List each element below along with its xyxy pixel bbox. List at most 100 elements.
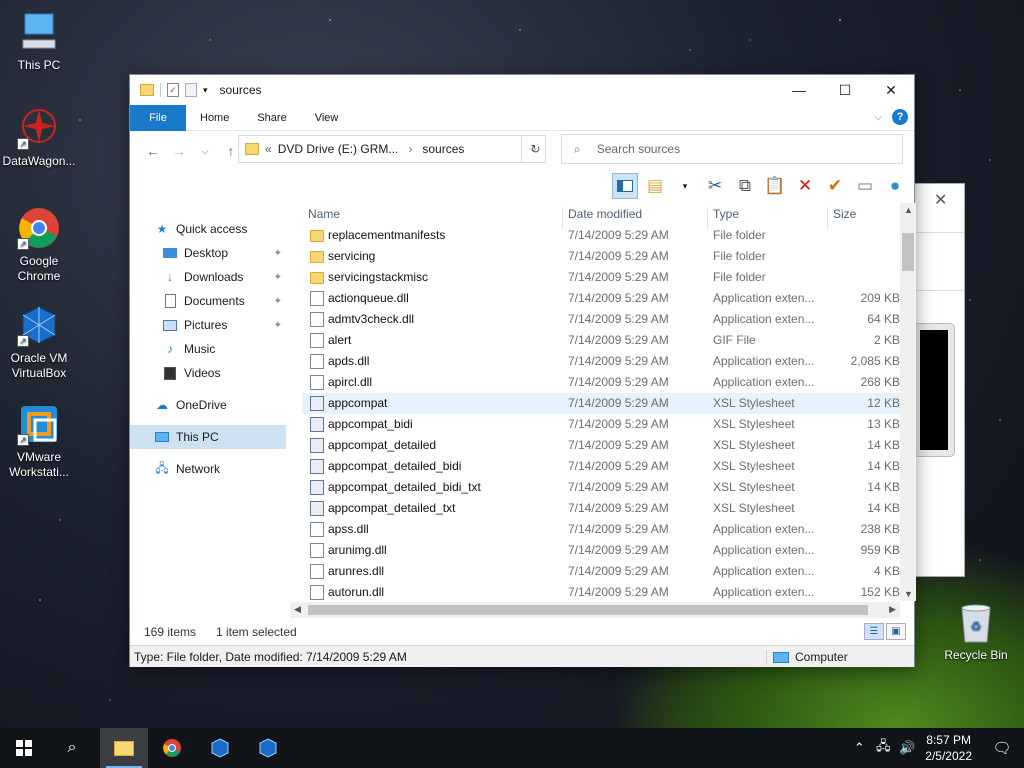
file-row[interactable]: admtv3check.dll 7/14/2009 5:29 AM Applicat… bbox=[302, 309, 902, 330]
start-button[interactable] bbox=[0, 728, 48, 768]
nav-desktop[interactable]: Desktop ✦ bbox=[162, 241, 286, 265]
scroll-down-icon[interactable]: ▼ bbox=[904, 589, 913, 599]
scroll-right-icon[interactable]: ▶ bbox=[889, 604, 896, 615]
rename-icon[interactable]: ▭ bbox=[852, 173, 878, 199]
vertical-scrollbar[interactable]: ▲ ▼ bbox=[900, 203, 916, 601]
forward-button[interactable]: → bbox=[166, 143, 192, 159]
nav-onedrive[interactable]: ☁ OneDrive bbox=[154, 393, 310, 417]
preview-pane-icon[interactable] bbox=[612, 173, 638, 199]
file-row[interactable]: appcompat_bidi 7/14/2009 5:29 AM XSL Style… bbox=[302, 414, 902, 435]
tab-file[interactable]: File bbox=[130, 104, 186, 131]
properties-icon[interactable]: ✓ bbox=[167, 83, 179, 97]
search-icon: ⌕ bbox=[67, 739, 77, 756]
details-location-label: Computer bbox=[795, 650, 848, 664]
delete-icon[interactable]: ✕ bbox=[792, 173, 818, 199]
file-row[interactable]: appcompat 7/14/2009 5:29 AM XSL Stylesheet… bbox=[302, 393, 902, 414]
column-header-type[interactable]: Type bbox=[713, 207, 739, 221]
taskbar-virtualbox-2[interactable] bbox=[244, 728, 292, 768]
large-icons-view-icon[interactable]: ▣ bbox=[886, 623, 906, 640]
refresh-button[interactable]: ↻ bbox=[521, 135, 549, 163]
file-row[interactable]: replacementmanifests 7/14/2009 5:29 AM Fil… bbox=[302, 225, 902, 246]
file-row[interactable]: appcompat_detailed_txt 7/14/2009 5:29 AM X… bbox=[302, 498, 902, 519]
file-row[interactable]: servicing 7/14/2009 5:29 AM File folder bbox=[302, 246, 902, 267]
new-folder-icon[interactable] bbox=[185, 83, 197, 97]
nav-videos[interactable]: Videos bbox=[162, 361, 286, 385]
file-row[interactable]: apds.dll 7/14/2009 5:29 AM Application ext… bbox=[302, 351, 902, 372]
close-icon[interactable]: ✕ bbox=[934, 190, 947, 210]
file-row[interactable]: autorun.dll 7/14/2009 5:29 AM Application … bbox=[302, 582, 902, 601]
horizontal-scrollbar[interactable]: ◀ ▶ bbox=[290, 602, 900, 618]
recent-locations-icon[interactable]: ⌵ bbox=[192, 146, 218, 157]
cut-icon[interactable]: ✂ bbox=[702, 173, 728, 199]
tab-view[interactable]: View bbox=[301, 105, 353, 131]
notification-icon[interactable]: 🗨 bbox=[980, 739, 1024, 757]
scrollbar-thumb[interactable] bbox=[308, 605, 868, 615]
checkmark-icon[interactable]: ✔ bbox=[822, 173, 848, 199]
tab-share[interactable]: Share bbox=[243, 105, 300, 131]
maximize-button[interactable]: ☐ bbox=[822, 75, 868, 105]
search-button[interactable]: ⌕ bbox=[48, 728, 96, 768]
back-button[interactable]: ← bbox=[140, 143, 166, 159]
scroll-left-icon[interactable]: ◀ bbox=[294, 604, 301, 615]
file-row[interactable]: appcompat_detailed_bidi_txt 7/14/2009 5:2… bbox=[302, 477, 902, 498]
file-date: 7/14/2009 5:29 AM bbox=[568, 585, 669, 599]
desktop-icon-virtualbox[interactable]: ↗ Oracle VM VirtualBox bbox=[1, 303, 77, 381]
title-bar[interactable]: ✓ ▾ sources — ☐ ✕ bbox=[130, 75, 914, 105]
column-header-size[interactable]: Size bbox=[833, 207, 856, 221]
details-view-icon[interactable]: ☰ bbox=[864, 623, 884, 640]
paste-icon[interactable]: 📋 bbox=[762, 173, 788, 199]
nav-music[interactable]: ♪ Music bbox=[162, 337, 286, 361]
file-row[interactable]: apircl.dll 7/14/2009 5:29 AM Application e… bbox=[302, 372, 902, 393]
copy-icon[interactable]: ⧉ bbox=[732, 173, 758, 199]
folder-options-icon[interactable]: ▤ bbox=[642, 173, 668, 199]
expand-ribbon-icon[interactable]: ⌵ bbox=[874, 112, 882, 123]
file-row[interactable]: appcompat_detailed 7/14/2009 5:29 AM XSL S… bbox=[302, 435, 902, 456]
clock[interactable]: 8:57 PM 2/5/2022 bbox=[919, 732, 980, 764]
desktop-icon-chrome[interactable]: ↗ Google Chrome bbox=[1, 206, 77, 284]
close-button[interactable]: ✕ bbox=[868, 75, 914, 105]
globe-icon[interactable]: ● bbox=[882, 173, 908, 199]
taskbar-virtualbox[interactable] bbox=[196, 728, 244, 768]
breadcrumb-sources[interactable]: sources bbox=[422, 142, 464, 156]
breadcrumb-separator[interactable]: › bbox=[408, 142, 412, 156]
nav-pictures[interactable]: Pictures ✦ bbox=[162, 313, 286, 337]
address-bar[interactable]: « DVD Drive (E:) GRM... › sources ⌵ bbox=[238, 135, 546, 163]
search-input[interactable]: ⌕ Search sources bbox=[561, 134, 903, 164]
desktop-icon-datawagon[interactable]: ↗ DataWagon... bbox=[1, 106, 77, 169]
file-row[interactable]: apss.dll 7/14/2009 5:29 AM Application ext… bbox=[302, 519, 902, 540]
file-row[interactable]: actionqueue.dll 7/14/2009 5:29 AM Applicat… bbox=[302, 288, 902, 309]
taskbar-chrome[interactable] bbox=[148, 728, 196, 768]
desktop-icon-this-pc[interactable]: This PC bbox=[1, 10, 77, 73]
nav-quick-access[interactable]: ★ Quick access bbox=[154, 217, 310, 241]
breadcrumb-overflow[interactable]: « bbox=[265, 142, 272, 156]
minimize-button[interactable]: — bbox=[776, 75, 822, 105]
help-icon[interactable]: ? bbox=[892, 109, 908, 125]
nav-network[interactable]: 🖧 Network bbox=[154, 457, 310, 481]
customize-qat-icon[interactable]: ▾ bbox=[203, 85, 208, 96]
file-row[interactable]: servicingstackmisc 7/14/2009 5:29 AM File … bbox=[302, 267, 902, 288]
breadcrumb-drive[interactable]: DVD Drive (E:) GRM... bbox=[278, 142, 399, 156]
nav-downloads[interactable]: ↓ Downloads ✦ bbox=[162, 265, 286, 289]
document-icon bbox=[162, 293, 178, 309]
column-header-date[interactable]: Date modified bbox=[568, 207, 642, 221]
nav-documents[interactable]: Documents ✦ bbox=[162, 289, 286, 313]
file-row[interactable]: arunimg.dll 7/14/2009 5:29 AM Application … bbox=[302, 540, 902, 561]
scrollbar-thumb[interactable] bbox=[902, 233, 914, 271]
network-icon[interactable]: 🖧 bbox=[871, 737, 895, 759]
file-row[interactable]: arunres.dll 7/14/2009 5:29 AM Application … bbox=[302, 561, 902, 582]
file-date: 7/14/2009 5:29 AM bbox=[568, 333, 669, 347]
chevron-down-icon[interactable]: ▾ bbox=[672, 173, 698, 199]
scroll-up-icon[interactable]: ▲ bbox=[904, 205, 913, 215]
taskbar-file-explorer[interactable] bbox=[100, 728, 148, 768]
nav-this-pc[interactable]: This PC bbox=[130, 425, 286, 449]
file-size: 13 KB bbox=[867, 417, 900, 431]
volume-icon[interactable]: 🔊 bbox=[895, 740, 919, 756]
file-row[interactable]: alert 7/14/2009 5:29 AM GIF File 2 KB bbox=[302, 330, 902, 351]
file-row[interactable]: appcompat_detailed_bidi 7/14/2009 5:29 AM… bbox=[302, 456, 902, 477]
show-hidden-icons-icon[interactable]: ⌃ bbox=[847, 740, 871, 756]
column-header-name[interactable]: Name bbox=[308, 207, 340, 221]
desktop-icon-vmware[interactable]: ↗ VMware Workstati... bbox=[1, 402, 77, 480]
desktop-icon-recycle-bin[interactable]: ♻ Recycle Bin bbox=[938, 600, 1014, 663]
tab-home[interactable]: Home bbox=[186, 105, 243, 131]
shortcut-arrow-icon: ↗ bbox=[17, 434, 29, 446]
